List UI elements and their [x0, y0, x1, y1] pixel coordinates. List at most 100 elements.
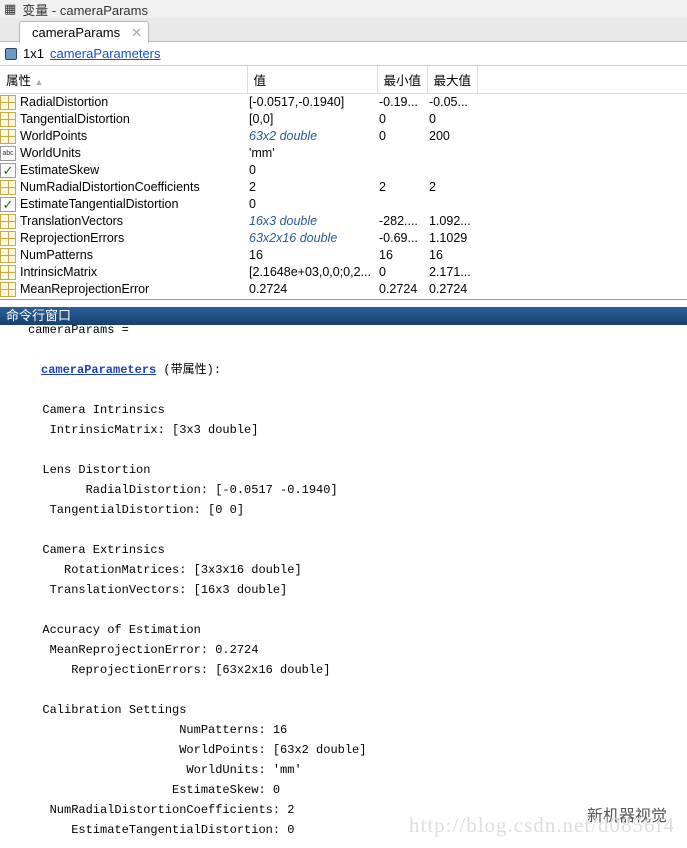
property-name: ✓ EstimateSkew [0, 162, 247, 179]
property-value[interactable]: 2 [247, 179, 377, 196]
property-value[interactable]: [-0.0517,-0.1940] [247, 93, 377, 111]
empty-cell [477, 179, 687, 196]
sort-ascending-icon: ▲ [34, 76, 44, 87]
column-header-max[interactable]: 最大值 [427, 66, 478, 94]
property-max: 0.2724 [429, 281, 468, 296]
table-row[interactable]: ✓ EstimateTangentialDistortion 0 [0, 196, 687, 213]
command-output-line: NumPatterns: 16 [28, 723, 288, 737]
property-value[interactable]: 'mm' [247, 145, 377, 162]
property-min [377, 162, 427, 179]
property-max: 0 [429, 111, 436, 126]
property-max: 1.1029 [429, 230, 468, 245]
property-name: ReprojectionErrors [0, 230, 247, 247]
table-row[interactable]: IntrinsicMatrix [2.1648e+03,0,0;0,2... 0… [0, 264, 687, 281]
table-row[interactable]: TangentialDistortion [0,0] 0 0 [0, 111, 687, 128]
property-min: 0 [379, 111, 386, 126]
property-value[interactable]: 63x2 double [247, 128, 377, 145]
text-type-icon: abc [0, 145, 16, 161]
empty-cell [477, 264, 687, 281]
table-row[interactable]: WorldPoints 63x2 double 0 200 [0, 128, 687, 145]
command-output-line: RadialDistortion: [-0.0517 -0.1940] [28, 483, 338, 497]
properties-table: 属性 ▲ 值 最小值 最大值 RadialDistortion [-0.0517… [0, 66, 687, 298]
property-min [377, 196, 427, 213]
property-name: IntrinsicMatrix [0, 264, 247, 281]
empty-cell [477, 145, 687, 162]
divider [0, 299, 687, 300]
empty-cell [477, 111, 687, 128]
window-titlebar: ▦ 变量 - cameraParams [0, 0, 687, 18]
table-row[interactable]: MeanReprojectionError 0.2724 0.2724 0.27… [0, 281, 687, 298]
column-header-value[interactable]: 值 [247, 66, 378, 94]
grid-icon [0, 179, 16, 195]
grid-icon [0, 247, 16, 263]
column-header-min[interactable]: 最小值 [377, 66, 428, 94]
class-link[interactable]: cameraParameters [41, 363, 156, 377]
grid-icon [0, 111, 16, 127]
property-max: 2 [429, 179, 436, 194]
property-min: -0.19... [379, 94, 418, 109]
tab-strip: cameraParams ✕ [0, 18, 687, 43]
command-output-line: Camera Extrinsics [28, 543, 165, 557]
property-min: 0 [379, 128, 386, 143]
property-name: RadialDistortion [0, 93, 247, 111]
variable-editor-icon: ▦ [4, 1, 17, 16]
property-value[interactable]: 63x2x16 double [247, 230, 377, 247]
table-row[interactable]: NumPatterns 16 16 16 [0, 247, 687, 264]
table-row[interactable]: ReprojectionErrors 63x2x16 double -0.69.… [0, 230, 687, 247]
empty-cell [477, 196, 687, 213]
property-name: ✓ EstimateTangentialDistortion [0, 196, 247, 213]
column-header-property[interactable]: 属性 ▲ [0, 66, 248, 94]
command-output-line: Camera Intrinsics [28, 403, 165, 417]
property-name: abc WorldUnits [0, 145, 247, 162]
property-max [427, 196, 477, 213]
property-value[interactable]: [2.1648e+03,0,0;0,2... [247, 264, 377, 281]
empty-cell [477, 162, 687, 179]
gutter-line [18, 325, 19, 848]
empty-cell [477, 128, 687, 145]
property-name: WorldPoints [0, 128, 247, 145]
property-name: TangentialDistortion [0, 111, 247, 128]
column-header-empty [477, 66, 687, 94]
property-value[interactable]: 16x3 double [247, 213, 377, 230]
table-row[interactable]: abc WorldUnits 'mm' [0, 145, 687, 162]
command-output-line: WorldPoints: [63x2 double] [28, 743, 367, 757]
command-output-line: Lens Distortion [28, 463, 151, 477]
property-value[interactable]: [0,0] [247, 111, 377, 128]
command-output-line: TranslationVectors: [16x3 double] [28, 583, 288, 597]
checkbox-icon: ✓ [0, 162, 16, 178]
command-output-line: EstimateTangentialDistortion: 0 [28, 823, 295, 837]
command-output-line: Accuracy of Estimation [28, 623, 201, 637]
table-row[interactable]: RadialDistortion [-0.0517,-0.1940] -0.19… [0, 93, 687, 111]
checkbox-icon: ✓ [0, 196, 16, 212]
property-min: 16 [379, 247, 393, 262]
property-value[interactable]: 0 [247, 196, 377, 213]
class-link[interactable]: cameraParameters [50, 46, 161, 61]
tab-cameraParams[interactable]: cameraParams ✕ [19, 21, 149, 43]
grid-icon [0, 264, 16, 280]
grid-icon [0, 94, 16, 110]
property-min: 2 [379, 179, 386, 194]
property-value[interactable]: 0 [247, 162, 377, 179]
empty-cell [477, 213, 687, 230]
table-row[interactable]: ✓ EstimateSkew 0 [0, 162, 687, 179]
property-min: -0.69... [379, 230, 418, 245]
property-max: 1.092... [429, 213, 471, 228]
property-name: NumPatterns [0, 247, 247, 264]
close-tab-icon[interactable]: ✕ [131, 25, 142, 41]
property-max: 16 [429, 247, 443, 262]
property-value[interactable]: 0.2724 [247, 281, 377, 298]
command-window[interactable]: cameraParams = cameraParameters (带属性): Ca… [0, 325, 687, 848]
table-row[interactable]: NumRadialDistortionCoefficients 2 2 2 [0, 179, 687, 196]
watermark-url: http://blog.csdn.net/d0856f4 [409, 813, 675, 837]
table-row[interactable]: TranslationVectors 16x3 double -282.... … [0, 213, 687, 230]
grid-icon [0, 230, 16, 246]
grid-icon [0, 281, 16, 297]
property-value[interactable]: 16 [247, 247, 377, 264]
command-output-line: Calibration Settings [28, 703, 187, 717]
property-max [427, 145, 477, 162]
empty-cell [477, 281, 687, 298]
property-name: TranslationVectors [0, 213, 247, 230]
property-min [377, 145, 427, 162]
property-max [427, 162, 477, 179]
empty-cell [477, 230, 687, 247]
